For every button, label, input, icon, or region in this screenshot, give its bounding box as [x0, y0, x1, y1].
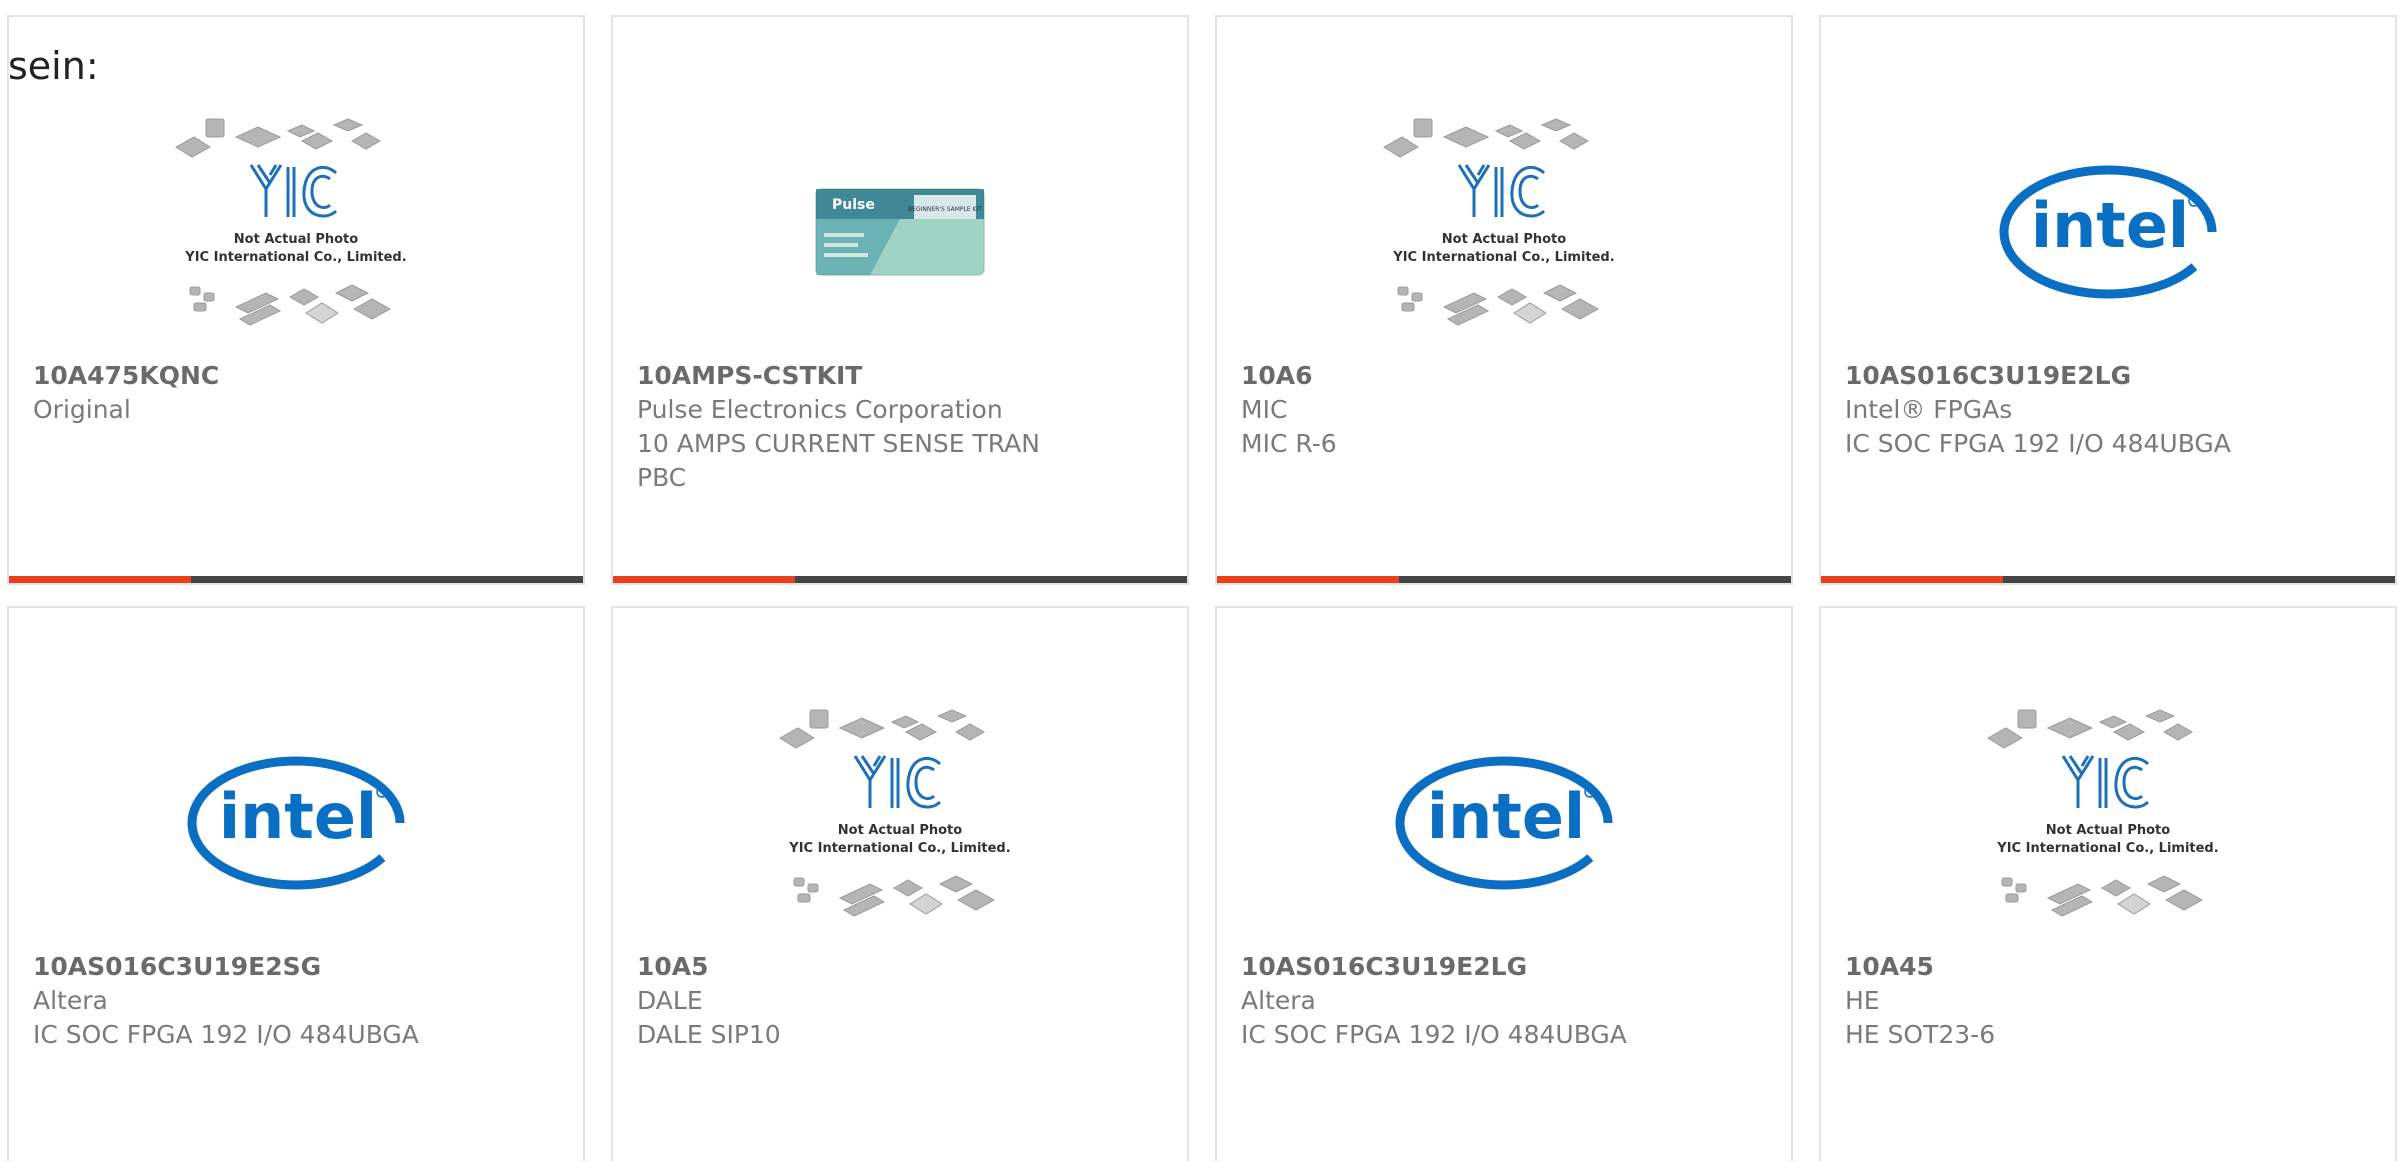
product-thumbnail[interactable]: Not Actual Photo YIC International Co., …	[1821, 688, 2395, 958]
product-info: 10AS016C3U19E2SG Altera IC SOC FPGA 192 I/…	[33, 950, 559, 1052]
product-thumbnail[interactable]: Pulse BEGINNER'S SAMPLE KIT	[613, 97, 1187, 367]
yic-placeholder-image: Not Actual Photo YIC International Co., …	[1383, 118, 1615, 326]
placeholder-line1: Not Actual Photo	[2046, 823, 2170, 838]
manufacturer-text: Altera	[33, 986, 108, 1015]
manufacturer-text: Pulse Electronics Corporation	[637, 395, 1003, 424]
placeholder-line2: YIC International Co., Limited.	[788, 841, 1010, 856]
placeholder-line2: YIC International Co., Limited.	[1996, 841, 2218, 856]
product-info: 10A475KQNC Original	[33, 359, 559, 427]
part-number-link[interactable]: 10AMPS-CSTKIT	[637, 359, 1163, 393]
card-footer-bar	[9, 576, 583, 583]
manufacturer-text: Altera	[1241, 986, 1316, 1015]
manufacturer-text: Original	[33, 395, 131, 424]
part-number-link[interactable]: 10AS016C3U19E2LG	[1241, 950, 1767, 984]
part-number-link[interactable]: 10A6	[1241, 359, 1767, 393]
card-accent-bar	[613, 576, 795, 583]
product-info: 10AS016C3U19E2LG Altera IC SOC FPGA 192 I/…	[1241, 950, 1767, 1052]
manufacturer-text: HE	[1845, 986, 1880, 1015]
intel-logo-image: intel	[1999, 165, 2217, 299]
product-info: 10AMPS-CSTKIT Pulse Electronics Corporati…	[637, 359, 1163, 495]
part-number-link[interactable]: 10A5	[637, 950, 1163, 984]
description-text: DALE SIP10	[637, 1020, 781, 1049]
card-accent-bar	[9, 576, 191, 583]
description-text: 10 AMPS CURRENT SENSE TRAN	[637, 429, 1040, 458]
description-text: IC SOC FPGA 192 I/O 484UBGA	[33, 1020, 419, 1049]
description-text: PBC	[637, 463, 687, 492]
card-accent-bar	[1821, 576, 2003, 583]
product-grid: Not Actual Photo YIC International Co., …	[7, 15, 2397, 1161]
product-card[interactable]: Pulse BEGINNER'S SAMPLE KIT 10AMPS-CSTKI…	[611, 15, 1189, 585]
product-card[interactable]: Not Actual Photo YIC International Co., …	[1215, 15, 1793, 585]
product-thumbnail[interactable]: intel	[1821, 97, 2395, 367]
intel-logo-image: intel	[1395, 756, 1613, 890]
card-footer-bar	[1821, 576, 2395, 583]
pulse-brand: Pulse	[832, 197, 875, 213]
pulse-label: BEGINNER'S SAMPLE KIT	[908, 206, 982, 213]
product-info: 10AS016C3U19E2LG Intel® FPGAs IC SOC FPGA …	[1845, 359, 2371, 461]
product-card[interactable]: intel 10AS016C3U19E2LG Intel® FPGAs IC SOC…	[1819, 15, 2397, 585]
manufacturer-text: DALE	[637, 986, 703, 1015]
product-thumbnail[interactable]: intel	[1217, 688, 1791, 958]
yic-placeholder-image: Not Actual Photo YIC International Co., …	[175, 118, 407, 326]
placeholder-line2: YIC International Co., Limited.	[1392, 250, 1614, 265]
part-number-link[interactable]: 10A45	[1845, 950, 2371, 984]
yic-placeholder-image: Not Actual Photo YIC International Co., …	[779, 709, 1011, 917]
placeholder-line1: Not Actual Photo	[838, 823, 962, 838]
part-number-link[interactable]: 10AS016C3U19E2SG	[33, 950, 559, 984]
product-card[interactable]: intel 10AS016C3U19E2LG Altera IC SOC FPGA …	[1215, 606, 1793, 1161]
placeholder-line1: Not Actual Photo	[1442, 232, 1566, 247]
card-footer-bar	[613, 576, 1187, 583]
product-card[interactable]: Not Actual Photo YIC International Co., …	[1819, 606, 2397, 1161]
intel-logo-text: intel	[219, 780, 377, 853]
product-thumbnail[interactable]: Not Actual Photo YIC International Co., …	[9, 97, 583, 367]
pulse-kit-image: Pulse BEGINNER'S SAMPLE KIT	[815, 188, 985, 276]
card-accent-bar	[1217, 576, 1399, 583]
description-text: HE SOT23-6	[1845, 1020, 1996, 1049]
product-thumbnail[interactable]: Not Actual Photo YIC International Co., …	[1217, 97, 1791, 367]
yic-placeholder-image: Not Actual Photo YIC International Co., …	[1987, 709, 2219, 917]
placeholder-line2: YIC International Co., Limited.	[184, 250, 406, 265]
product-info: 10A5 DALE DALE SIP10	[637, 950, 1163, 1052]
description-text: IC SOC FPGA 192 I/O 484UBGA	[1845, 429, 2231, 458]
page: { "heading": "sein:", "placeholder": { "…	[0, 0, 2400, 1161]
section-heading: sein:	[8, 44, 99, 88]
product-card[interactable]: intel 10AS016C3U19E2SG Altera IC SOC FPGA …	[7, 606, 585, 1161]
manufacturer-text: MIC	[1241, 395, 1288, 424]
intel-logo-text: intel	[1427, 780, 1585, 853]
description-text: IC SOC FPGA 192 I/O 484UBGA	[1241, 1020, 1627, 1049]
card-footer-bar	[1217, 576, 1791, 583]
description-text: MIC R-6	[1241, 429, 1337, 458]
product-info: 10A6 MIC MIC R-6	[1241, 359, 1767, 461]
product-card[interactable]: Not Actual Photo YIC International Co., …	[7, 15, 585, 585]
product-thumbnail[interactable]: intel	[9, 688, 583, 958]
product-card[interactable]: Not Actual Photo YIC International Co., …	[611, 606, 1189, 1161]
part-number-link[interactable]: 10A475KQNC	[33, 359, 559, 393]
part-number-link[interactable]: 10AS016C3U19E2LG	[1845, 359, 2371, 393]
product-info: 10A45 HE HE SOT23-6	[1845, 950, 2371, 1052]
manufacturer-text: Intel® FPGAs	[1845, 395, 2013, 424]
intel-logo-text: intel	[2031, 189, 2189, 262]
placeholder-line1: Not Actual Photo	[234, 232, 358, 247]
product-thumbnail[interactable]: Not Actual Photo YIC International Co., …	[613, 688, 1187, 958]
intel-logo-image: intel	[187, 756, 405, 890]
